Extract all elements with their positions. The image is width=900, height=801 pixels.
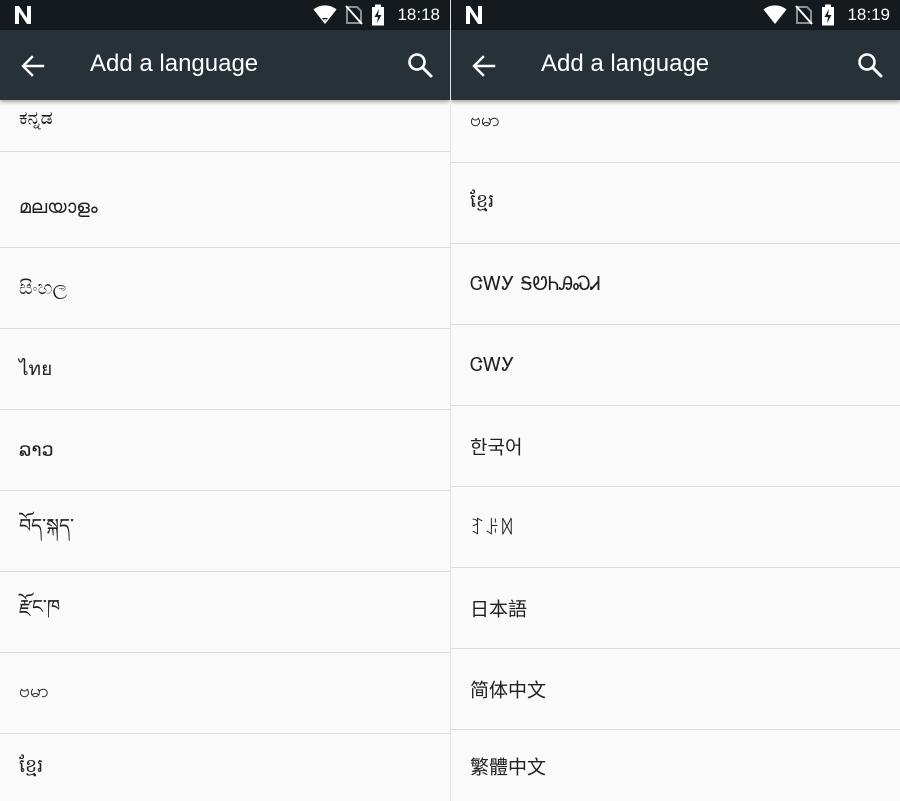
language-label: ဗမာ [470,109,500,131]
language-label: ဗမာ [19,680,49,702]
language-item[interactable]: ไทย [0,329,450,410]
language-item[interactable]: ᏣᎳᎩ [451,325,900,406]
language-label: മലയാളം [19,196,98,218]
screen-left: 18:18 Add a language ಕನ್ನಡ മലയാളം සිංහල … [0,0,450,801]
language-label: 简体中文 [470,679,547,702]
language-label: ꆈꌠꉙ [470,517,515,540]
page-title: Add a language [90,50,259,77]
language-label: ಕನ್ನಡ [19,107,53,129]
status-icons: 18:19 [763,0,890,30]
wifi-icon [313,5,337,24]
language-label: 日本語 [470,598,528,621]
wifi-icon [763,5,787,24]
battery-charging-icon [822,4,835,26]
status-time: 18:18 [397,5,440,24]
language-item[interactable]: ꆈꌠꉙ [451,487,900,568]
n-logo-icon [15,6,31,24]
language-item[interactable]: ᏣᎳᎩ ᎦᏬᏂᎯᏍᏗ [451,244,900,325]
app-bar: Add a language [0,30,450,100]
app-bar: Add a language [451,30,900,100]
language-label: རྫོང་ཁ [19,596,61,618]
language-item[interactable]: 한국어 [451,406,900,487]
status-time: 18:19 [847,5,890,24]
language-label: 繁體中文 [470,756,547,778]
language-item[interactable]: ខ្មែរ [0,734,450,801]
language-item[interactable]: ဗမာ [0,653,450,734]
arrow-back-icon[interactable] [20,53,46,79]
status-bar: 18:19 [451,0,900,30]
language-label: 한국어 [470,436,523,459]
language-label: ᏣᎳᎩ ᎦᏬᏂᎯᏍᏗ [470,273,601,295]
language-item[interactable]: བོད་སྐད་ [0,491,450,572]
no-sim-icon [795,5,814,25]
language-item[interactable]: 简体中文 [451,649,900,730]
language-item[interactable]: සිංහල [0,248,450,329]
page-title: Add a language [541,50,710,77]
language-label: ᏣᎳᎩ [470,354,515,376]
language-item[interactable]: ខ្មែរ [451,163,900,244]
arrow-back-icon[interactable] [471,53,497,79]
language-label: ខ្មែរ [470,190,495,212]
search-icon[interactable] [406,51,434,79]
status-bar: 18:18 [0,0,450,30]
language-label: བོད་སྐད་ [19,515,74,537]
language-item[interactable]: ລາວ [0,410,450,491]
language-item[interactable]: 日本語 [451,568,900,649]
language-label: සිංහල [19,277,67,299]
status-icons: 18:18 [313,0,440,30]
screen-right: 18:19 Add a language ဗမာ ខ្មែរ ᏣᎳᎩ ᎦᏬᏂᎯᏍ… [450,0,900,801]
language-label: ລາວ [19,439,54,461]
search-icon[interactable] [856,51,884,79]
screens: 18:18 Add a language ಕನ್ನಡ മലയാളം සිංහල … [0,0,900,801]
no-sim-icon [345,5,364,25]
language-label: ខ្មែរ [19,754,44,777]
language-item[interactable]: 繁體中文 [451,730,900,801]
language-item[interactable]: རྫོང་ཁ [0,572,450,653]
battery-charging-icon [372,4,385,26]
n-logo-icon [466,6,482,24]
language-label: ไทย [19,358,53,380]
language-item[interactable]: മലയാളം [0,167,450,248]
